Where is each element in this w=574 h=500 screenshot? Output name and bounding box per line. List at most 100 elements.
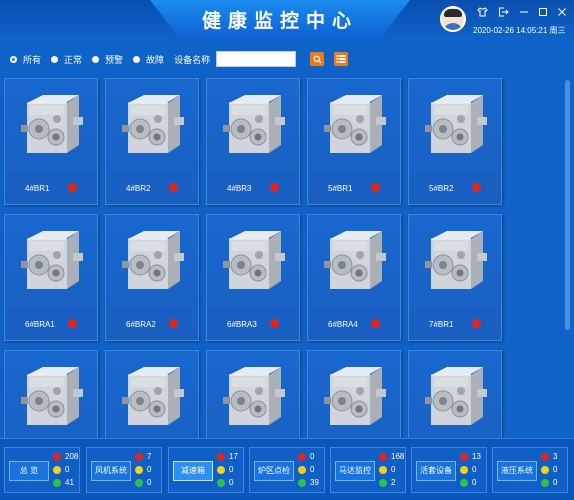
count-green: 0	[541, 478, 557, 487]
device-card[interactable]: 4#BR1	[4, 78, 98, 205]
status-dot-icon	[270, 183, 279, 192]
gearbox-image	[17, 361, 89, 431]
category-button[interactable]: 总 览	[9, 461, 49, 481]
green-dot-icon	[460, 478, 468, 487]
count-value: 0	[147, 465, 152, 474]
green-dot-icon	[217, 478, 225, 487]
device-name-input[interactable]	[216, 51, 297, 67]
device-label: 7#BR1	[429, 320, 454, 329]
radio-icon	[51, 55, 59, 63]
count-yellow: 0	[217, 465, 233, 474]
yellow-dot-icon	[541, 465, 549, 474]
device-card[interactable]: 4#BR3	[206, 78, 300, 205]
category-panel: 马达监控 168 0 2	[330, 447, 406, 493]
green-dot-icon	[379, 478, 387, 487]
count-value: 13	[472, 452, 481, 461]
category-button[interactable]: 减速箱	[173, 461, 213, 481]
radio-label: 预警	[105, 54, 124, 65]
count-yellow: 0	[53, 465, 69, 474]
count-green: 0	[460, 478, 476, 487]
count-value: 168	[391, 452, 405, 461]
radio-label: 正常	[64, 54, 83, 65]
filter-bar: 所有 正常 预警 故障 设备名称	[10, 51, 297, 67]
maximize-icon[interactable]	[538, 7, 548, 20]
radio-label: 故障	[146, 54, 165, 65]
device-card[interactable]: 6#BRA3	[206, 214, 300, 341]
filter-radio-fault[interactable]: 故障	[133, 53, 164, 66]
red-dot-icon	[541, 452, 549, 461]
list-icon	[334, 52, 348, 66]
close-icon[interactable]	[557, 7, 567, 20]
category-button[interactable]: 炉区点检	[254, 461, 294, 481]
count-yellow: 0	[541, 465, 557, 474]
device-label: 4#BR2	[126, 184, 151, 193]
category-panel: 减速箱 17 0 0	[168, 447, 244, 493]
exit-icon[interactable]	[498, 7, 509, 20]
count-green: 0	[135, 478, 151, 487]
shirt-icon[interactable]	[477, 7, 488, 20]
status-dot-icon	[472, 319, 481, 328]
device-label: 5#BR2	[429, 184, 454, 193]
count-yellow: 0	[460, 465, 476, 474]
filter-radio-warning[interactable]: 预警	[92, 53, 123, 66]
status-dot-icon	[270, 319, 279, 328]
category-button[interactable]: 风机系统	[91, 461, 131, 481]
category-button[interactable]: 马达监控	[335, 461, 375, 481]
red-dot-icon	[53, 452, 61, 461]
category-panel: 液压系统 3 0 0	[492, 447, 568, 493]
device-card[interactable]: 5#BR2	[408, 78, 502, 205]
device-label: 6#BRA2	[126, 320, 156, 329]
device-label: 6#BRA3	[227, 320, 257, 329]
yellow-dot-icon	[53, 465, 61, 474]
gearbox-image	[421, 89, 493, 159]
device-card[interactable]: 6#BRA4	[307, 214, 401, 341]
list-view-button[interactable]	[334, 52, 348, 66]
category-button[interactable]: 活套设备	[416, 461, 456, 481]
device-card[interactable]: 4#BR2	[105, 78, 199, 205]
count-red: 17	[217, 452, 238, 461]
count-value: 0	[553, 465, 558, 474]
count-value: 3	[553, 452, 558, 461]
category-panel: 炉区点检 0 0 39	[249, 447, 325, 493]
filter-radio-normal[interactable]: 正常	[51, 53, 82, 66]
count-value: 39	[310, 478, 319, 487]
filter-radio-all[interactable]: 所有	[10, 53, 41, 66]
radio-label: 所有	[23, 54, 42, 65]
gearbox-image	[320, 89, 392, 159]
yellow-dot-icon	[217, 465, 225, 474]
radio-icon	[92, 55, 100, 63]
page-title: 健康监控中心	[201, 11, 358, 32]
red-dot-icon	[135, 452, 143, 461]
search-icon	[313, 55, 321, 63]
category-panel: 风机系统 7 0 0	[86, 447, 162, 493]
vertical-scrollbar[interactable]	[565, 80, 570, 330]
category-panel: 活套设备 13 0 0	[411, 447, 487, 493]
count-red: 7	[135, 452, 151, 461]
category-button[interactable]: 液压系统	[497, 461, 537, 481]
count-value: 0	[391, 465, 396, 474]
radio-icon	[133, 55, 141, 63]
device-card[interactable]: 6#BRA1	[4, 214, 98, 341]
device-card[interactable]: 5#BR1	[307, 78, 401, 205]
red-dot-icon	[379, 452, 387, 461]
count-value: 0	[229, 465, 234, 474]
count-value: 0	[310, 465, 315, 474]
minimize-icon[interactable]	[519, 7, 529, 20]
status-dot-icon	[68, 183, 77, 192]
count-value: 2	[391, 478, 396, 487]
count-value: 0	[65, 465, 70, 474]
search-button[interactable]	[310, 52, 324, 66]
device-card[interactable]: 6#BRA2	[105, 214, 199, 341]
count-value: 0	[553, 478, 558, 487]
gearbox-image	[219, 225, 291, 295]
gearbox-image	[320, 225, 392, 295]
status-dot-icon	[371, 319, 380, 328]
count-green: 0	[217, 478, 233, 487]
count-value: 7	[147, 452, 152, 461]
device-label: 6#BRA4	[328, 320, 358, 329]
device-card[interactable]: 7#BR1	[408, 214, 502, 341]
datetime-display: 2020-02-26 14:05:21 周三	[473, 26, 566, 35]
gearbox-image	[219, 89, 291, 159]
device-label: 4#BR1	[25, 184, 50, 193]
user-avatar[interactable]	[440, 6, 466, 32]
